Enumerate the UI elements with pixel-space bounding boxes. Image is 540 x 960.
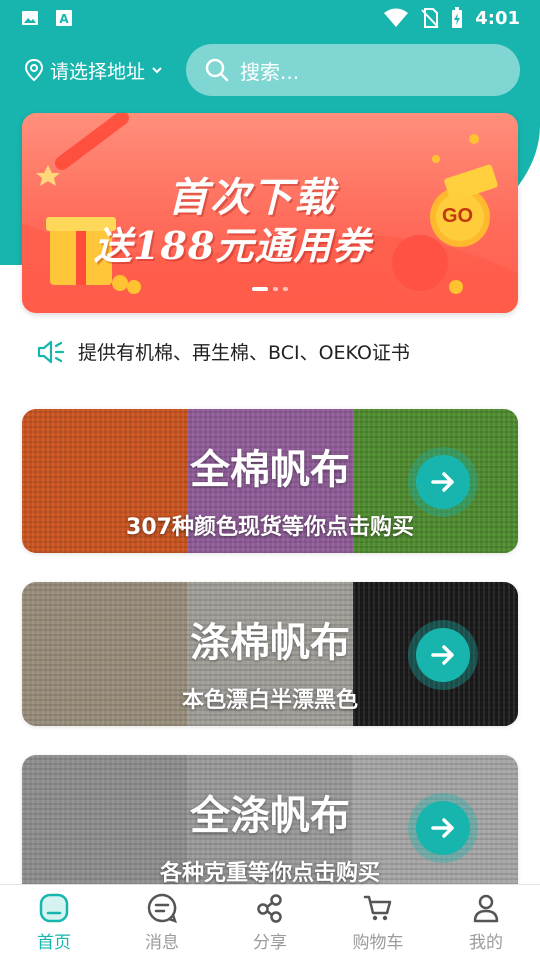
tab-label: 我的 — [469, 933, 503, 953]
location-selector[interactable]: 请选择地址 — [24, 57, 184, 84]
home-icon — [39, 893, 69, 923]
category-card-cotton[interactable]: 全棉帆布 307种颜色现货等你点击购买 — [22, 409, 518, 553]
arrow-right-icon — [431, 645, 454, 665]
location-pin-icon — [24, 58, 44, 82]
arrow-right-button[interactable] — [416, 628, 470, 682]
location-label: 请选择地址 — [50, 60, 146, 83]
image-notification-icon — [22, 11, 38, 25]
tab-label: 首页 — [37, 933, 71, 953]
promo-banner[interactable]: 首次下载 送188元通用券 GO — [22, 113, 518, 313]
speaker-icon — [37, 340, 65, 363]
tab-home[interactable]: 首页 — [0, 885, 108, 960]
status-time: 4:01 — [475, 7, 520, 29]
wifi-icon — [384, 8, 409, 27]
tab-messages[interactable]: 消息 — [108, 885, 216, 960]
no-sim-icon — [421, 8, 439, 28]
banner-indicator — [252, 287, 288, 291]
card-subtitle: 本色漂白半漂黑色 — [181, 688, 358, 713]
arrow-right-icon — [431, 818, 454, 838]
top-header: 请选择地址 搜索... — [0, 42, 540, 98]
card-subtitle: 307种颜色现货等你点击购买 — [126, 515, 414, 540]
arrow-right-icon — [431, 472, 454, 492]
cart-icon — [363, 895, 392, 921]
tab-label: 消息 — [145, 933, 179, 953]
status-bar: A 4:01 — [0, 0, 540, 36]
svg-text:A: A — [59, 12, 69, 26]
profile-icon — [473, 894, 499, 923]
category-card-polyester[interactable]: 全涤帆布 各种克重等你点击购买 — [22, 755, 518, 885]
search-input[interactable]: 搜索... — [186, 44, 520, 96]
search-icon — [205, 58, 229, 82]
message-icon — [147, 893, 177, 923]
notice-bar[interactable]: 提供有机棉、再生棉、BCI、OEKO证书 — [36, 338, 410, 365]
tab-share[interactable]: 分享 — [216, 885, 324, 960]
arrow-right-button[interactable] — [416, 801, 470, 855]
category-card-polycotton[interactable]: 涤棉帆布 本色漂白半漂黑色 — [22, 582, 518, 726]
battery-icon — [452, 7, 463, 28]
tab-profile[interactable]: 我的 — [432, 885, 540, 960]
chevron-down-icon — [152, 67, 162, 74]
tab-cart[interactable]: 购物车 — [324, 885, 432, 960]
share-icon — [257, 894, 282, 923]
banner-dot — [252, 287, 268, 291]
banner-dot — [273, 287, 278, 291]
tab-label: 购物车 — [352, 933, 404, 953]
banner-go-badge: GO — [442, 205, 474, 227]
banner-dot — [283, 287, 288, 291]
card-subtitle: 各种克重等你点击购买 — [159, 861, 380, 885]
notice-text: 提供有机棉、再生棉、BCI、OEKO证书 — [78, 342, 410, 364]
tab-label: 分享 — [253, 933, 287, 953]
banner-subheadline: 送188元通用券 — [94, 223, 372, 268]
search-placeholder: 搜索... — [240, 59, 300, 84]
font-notification-icon: A — [56, 10, 72, 26]
arrow-right-button[interactable] — [416, 455, 470, 509]
bottom-tab-bar: 首页 消息 分享 购物车 我的 — [0, 884, 540, 960]
